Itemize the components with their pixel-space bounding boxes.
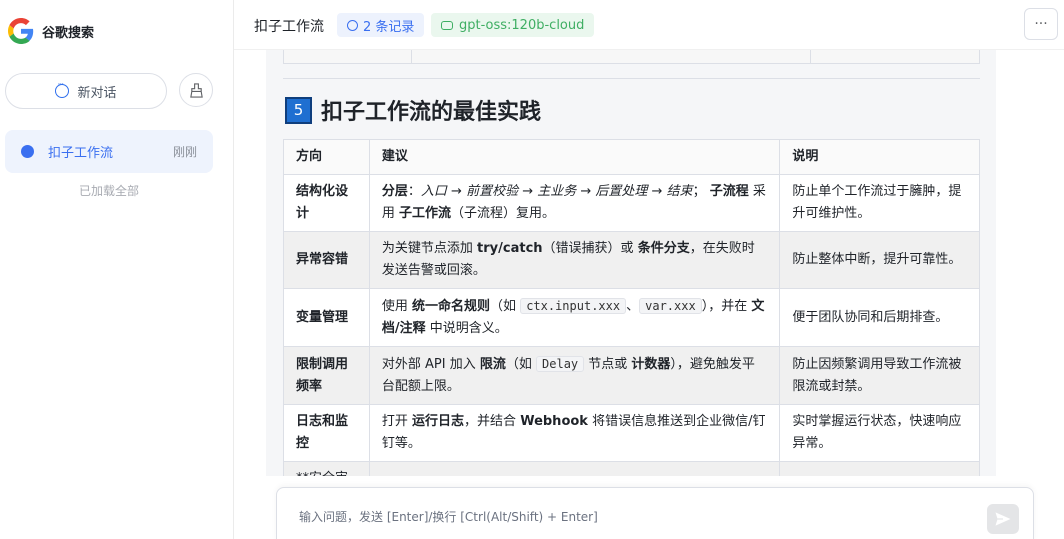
app-name: 谷歌搜索: [42, 25, 95, 41]
google-logo-icon: [8, 18, 34, 44]
broom-icon: [189, 82, 203, 98]
conversation-time: 刚刚: [172, 145, 197, 159]
new-chat-button[interactable]: 新对话: [5, 73, 167, 109]
chat-input-box: [276, 487, 1034, 539]
suggestion-cell: 打开 运行日志，并结合 Webhook 将错误信息推送到企业微信/钉钉等。: [368, 404, 781, 462]
note-cell: 防止单个工作流过于臃肿，提升可维护性。: [779, 174, 980, 232]
direction-cell: 结构化设计: [283, 174, 370, 232]
code-inline: Delay: [536, 356, 585, 372]
robot-icon: [441, 20, 453, 30]
clock-icon: [347, 19, 358, 31]
page-title: 扣子工作流: [254, 19, 324, 35]
chat-bubble-icon: [55, 80, 70, 98]
table-header: 建议: [368, 139, 781, 175]
model-name: gpt-oss:120b-cloud: [459, 17, 585, 33]
records-badge: 2 条记录: [337, 13, 425, 37]
table-header: 说明: [779, 139, 980, 175]
table-header: 方向: [283, 139, 370, 175]
direction-cell: 异常容错: [283, 231, 370, 289]
code-inline: var.xxx: [639, 298, 702, 314]
suggestion-cell: 分层：入口 → 前置校验 → 主业务 → 后置处理 → 结束； 子流程 采用 子…: [368, 174, 781, 232]
table-row: 结构化设计 分层：入口 → 前置校验 → 主业务 → 后置处理 → 结束； 子流…: [283, 174, 980, 232]
header: 扣子工作流 2 条记录 gpt-oss:120b-cloud ···: [234, 0, 1064, 50]
conversation-title: 扣子工作流: [48, 146, 114, 161]
direction-cell: 限制调用频率: [283, 346, 370, 405]
table-row: 限制调用频率 对外部 API 加入 限流（如 Delay 节点或 计数器），避免…: [283, 346, 980, 405]
new-chat-label: 新对话: [77, 85, 117, 101]
loaded-all-text: 已加载全部: [78, 184, 139, 198]
send-icon: [995, 512, 1011, 526]
direction-cell: 变量管理: [283, 288, 370, 347]
table-row: 日志和监控 打开 运行日志，并结合 Webhook 将错误信息推送到企业微信/钉…: [283, 404, 980, 462]
direction-cell: **安全审: [283, 461, 370, 476]
sidebar: 谷歌搜索 新对话 扣子工作流 刚刚 已加载全部: [0, 0, 234, 539]
divider: [283, 78, 980, 79]
send-button[interactable]: [987, 504, 1019, 534]
note-cell: 防止整体中断，提升可靠性。: [779, 231, 980, 289]
suggestion-cell: [368, 461, 781, 476]
note-cell: 实时掌握运行状态，快速响应异常。: [779, 404, 980, 462]
section-title: 扣子工作流的最佳实践: [321, 100, 542, 125]
brand: 谷歌搜索: [8, 16, 94, 46]
chat-bubble-icon: [21, 139, 34, 158]
note-cell: 便于团队协同和后期排查。: [779, 288, 980, 347]
records-count: 2 条记录: [363, 19, 415, 35]
more-options-button[interactable]: ···: [1024, 8, 1058, 40]
table-row: 变量管理 使用 统一命名规则（如 ctx.input.xxx、 var.xxx），…: [283, 288, 980, 347]
direction-cell: 日志和监控: [283, 404, 370, 462]
suggestion-cell: 对外部 API 加入 限流（如 Delay 节点或 计数器），避免触发平台配额上…: [368, 346, 781, 405]
clear-history-button[interactable]: [179, 73, 213, 107]
number-badge: 5: [285, 96, 312, 124]
chat-input[interactable]: [299, 510, 949, 524]
table-row: 异常容错 为关键节点添加 try/catch（错误捕获）或 条件分支，在失败时发…: [283, 231, 980, 289]
conversation-item[interactable]: 扣子工作流 刚刚: [5, 130, 213, 173]
previous-table-bottom: [283, 50, 980, 64]
code-inline: ctx.input.xxx: [520, 298, 627, 314]
suggestion-cell: 为关键节点添加 try/catch（错误捕获）或 条件分支，在失败时发送告警或回…: [368, 231, 781, 289]
note-cell: 防止因频繁调用导致工作流被限流或封禁。: [779, 346, 980, 405]
more-dots-icon: ···: [1034, 16, 1048, 32]
table-row: **安全审: [283, 461, 980, 476]
section-heading: 5 扣子工作流的最佳实践: [285, 94, 541, 126]
message-content: 5 扣子工作流的最佳实践 方向 建议 说明 结构化设计 分层：入口 → 前置校验…: [266, 50, 996, 476]
model-badge: gpt-oss:120b-cloud: [431, 13, 595, 37]
suggestion-cell: 使用 统一命名规则（如 ctx.input.xxx、 var.xxx ），并在 文档…: [368, 288, 781, 347]
best-practices-table: 方向 建议 说明 结构化设计 分层：入口 → 前置校验 → 主业务 → 后置处理…: [283, 139, 980, 476]
note-cell: [779, 461, 980, 476]
